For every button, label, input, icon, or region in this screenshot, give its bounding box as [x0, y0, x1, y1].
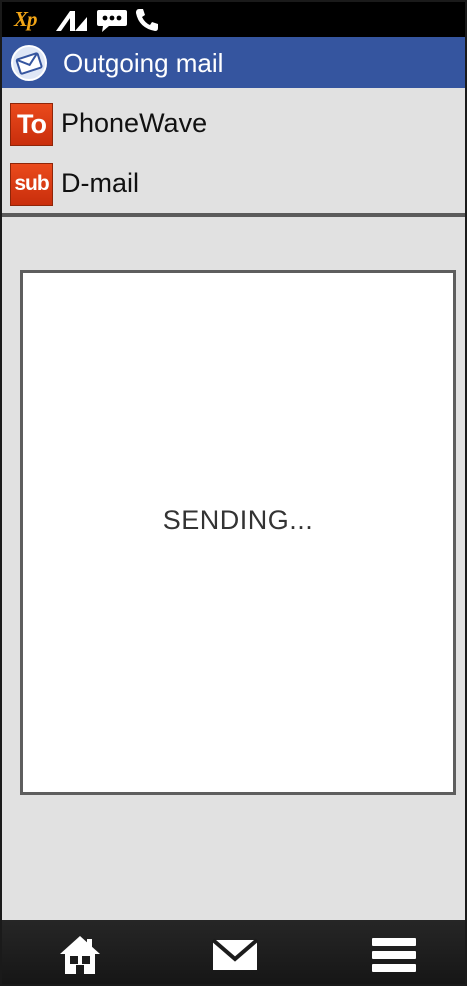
- mail-icon[interactable]: [210, 930, 260, 980]
- recipient-row[interactable]: To PhoneWave: [2, 95, 465, 153]
- carrier-logo: Xp: [14, 7, 37, 31]
- subject-tag: sub: [10, 163, 53, 206]
- title-bar: Outgoing mail: [2, 37, 465, 88]
- phone-icon: [134, 7, 160, 38]
- signal-icon: [54, 7, 88, 38]
- subject-row[interactable]: sub D-mail: [2, 154, 465, 212]
- bottom-nav: [2, 920, 465, 984]
- envelope-icon: [10, 44, 48, 82]
- page-title: Outgoing mail: [63, 48, 224, 78]
- sending-status: SENDING...: [162, 505, 314, 535]
- to-tag: To: [10, 103, 53, 146]
- phone-screen: Xp Outgoing mail To PhoneWave sub D-mail…: [0, 0, 467, 986]
- subject-text: D-mail: [61, 168, 139, 198]
- header-divider: [2, 213, 465, 217]
- message-body: SENDING...: [20, 270, 456, 795]
- status-bar: Xp: [2, 2, 465, 37]
- home-icon[interactable]: [55, 930, 105, 980]
- recipient-name: PhoneWave: [61, 108, 208, 138]
- menu-icon[interactable]: [369, 930, 419, 980]
- chat-icon: [96, 7, 128, 38]
